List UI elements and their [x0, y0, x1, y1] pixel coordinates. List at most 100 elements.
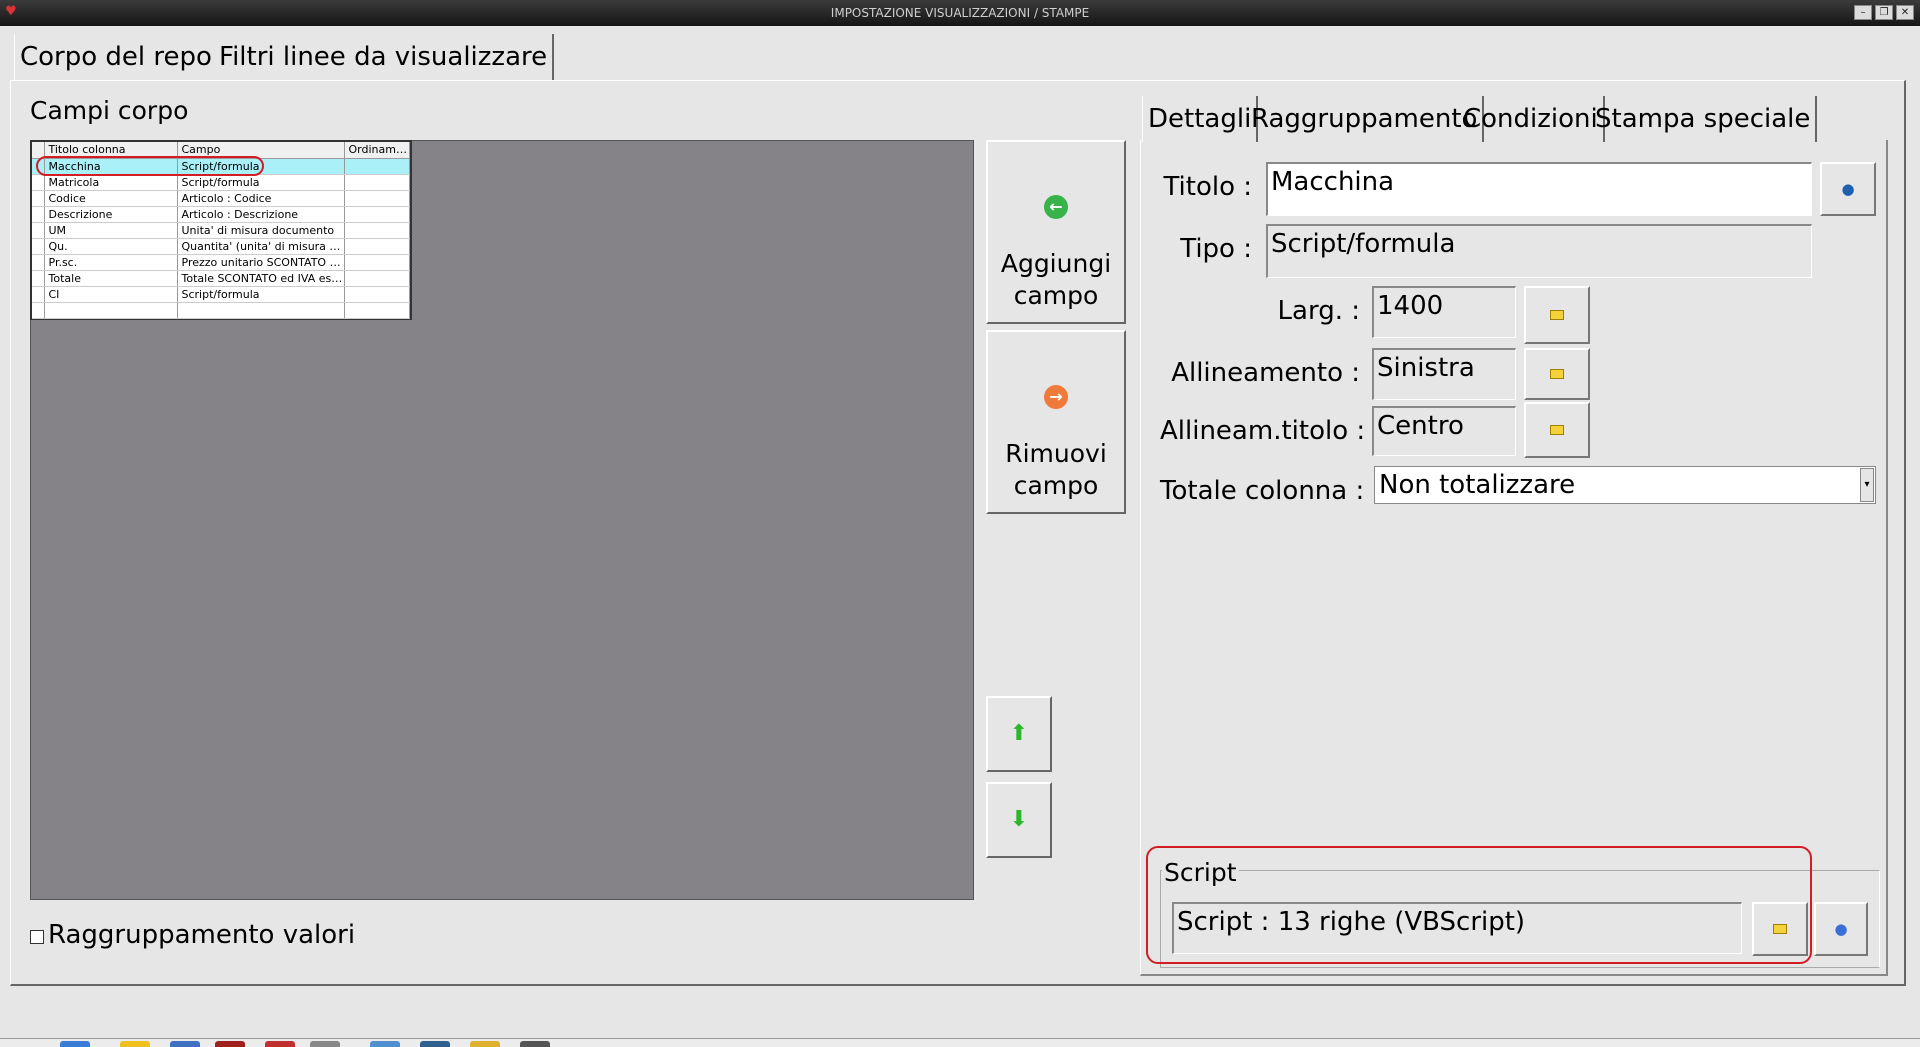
move-up-button[interactable]: ⬆	[986, 696, 1052, 772]
cell-campo[interactable]: Prezzo unitario SCONTATO ed ...	[177, 254, 345, 271]
allineam-titolo-field: Centro	[1372, 406, 1516, 456]
cell-ordinamento[interactable]	[344, 254, 410, 271]
button-label: Aggiungi	[1000, 249, 1112, 278]
titolo-label: Titolo :	[1163, 172, 1252, 202]
rimuovi-campo-button[interactable]: → Rimuovi campo	[986, 330, 1126, 514]
cell-ordinamento[interactable]	[344, 286, 410, 303]
cell-campo[interactable]: Quantita' (unita' di misura docu...	[177, 238, 345, 255]
cell-titolo[interactable]: Pr.sc.	[44, 254, 178, 271]
restore-icon[interactable]: ❐	[1875, 5, 1893, 20]
move-down-button[interactable]: ⬇	[986, 782, 1052, 858]
minimize-icon[interactable]: –	[1854, 5, 1872, 20]
table-row[interactable]: Qu. Quantita' (unita' di misura docu...	[32, 238, 410, 255]
script-info-button[interactable]: ●	[1814, 902, 1868, 956]
cell-titolo[interactable]: Descrizione	[44, 206, 178, 223]
row-selector[interactable]	[32, 254, 45, 271]
row-selector[interactable]	[32, 222, 45, 239]
allineam-titolo-label: Allineam.titolo :	[1160, 416, 1366, 446]
taskbar-app-icon[interactable]	[120, 1041, 150, 1047]
tab-stampa-speciale[interactable]: Stampa speciale	[1590, 96, 1818, 142]
tab-raggruppamento[interactable]: Raggruppamento	[1246, 96, 1485, 142]
cell-ordinamento[interactable]	[344, 158, 410, 175]
cell-ordinamento[interactable]	[344, 270, 410, 287]
button-label: campo	[1013, 281, 1099, 310]
cell-titolo[interactable]: Qu.	[44, 238, 178, 255]
allineam-titolo-edit-button[interactable]	[1524, 402, 1590, 458]
row-selector[interactable]	[32, 286, 45, 303]
allineamento-edit-button[interactable]	[1524, 348, 1590, 400]
row-selector[interactable]	[32, 302, 45, 319]
taskbar-app-icon[interactable]	[370, 1041, 400, 1047]
cell-campo[interactable]: Articolo : Codice	[177, 190, 345, 207]
taskbar-app-icon[interactable]	[215, 1041, 245, 1047]
cell-ordinamento[interactable]	[344, 222, 410, 239]
tab-label: Corpo del report	[20, 42, 233, 72]
row-selector[interactable]	[32, 174, 45, 191]
folder-icon	[1550, 369, 1564, 379]
arrow-left-green-icon: ←	[1044, 195, 1068, 219]
taskbar-app-icon[interactable]	[60, 1041, 90, 1047]
cell-ordinamento[interactable]	[344, 206, 410, 223]
larg-edit-button[interactable]	[1524, 286, 1590, 344]
tab-filtri-linee[interactable]: Filtri linee da visualizzare	[214, 34, 555, 80]
titolo-input[interactable]: Macchina	[1266, 162, 1812, 216]
raggruppamento-checkbox[interactable]	[30, 930, 44, 944]
table-row[interactable]: Codice Articolo : Codice	[32, 190, 410, 207]
row-selector[interactable]	[32, 190, 45, 207]
titolo-picker-button[interactable]: ●	[1820, 162, 1876, 216]
cell-titolo[interactable]: Codice	[44, 190, 178, 207]
cell-campo[interactable]: Totale SCONTATO ed IVA escl...	[177, 270, 345, 287]
close-icon[interactable]: ✕	[1896, 5, 1914, 20]
cell-ordinamento[interactable]	[344, 190, 410, 207]
heart-icon[interactable]: ♥	[4, 5, 18, 19]
button-label: Rimuovi	[1005, 439, 1107, 468]
table-row[interactable]: Pr.sc. Prezzo unitario SCONTATO ed ...	[32, 254, 410, 271]
cell-titolo[interactable]	[44, 302, 178, 319]
section-title: Campi corpo	[30, 96, 189, 125]
cell-campo[interactable]: Unita' di misura documento	[177, 222, 345, 239]
cell-campo[interactable]	[177, 302, 345, 319]
cell-campo[interactable]: Script/formula	[177, 286, 345, 303]
cell-titolo[interactable]: UM	[44, 222, 178, 239]
row-selector[interactable]	[32, 206, 45, 223]
table-row[interactable]	[32, 302, 410, 319]
tab-corpo-del-report[interactable]: Corpo del report	[14, 34, 240, 80]
cell-titolo[interactable]: Totale	[44, 270, 178, 287]
taskbar-app-icon[interactable]	[420, 1041, 450, 1047]
tab-dettagli[interactable]: Dettagli	[1142, 96, 1259, 142]
button-label: campo	[1013, 471, 1099, 500]
tab-label: Raggruppamento	[1251, 104, 1478, 134]
cell-ordinamento[interactable]	[344, 238, 410, 255]
larg-label: Larg. :	[1277, 296, 1360, 326]
column-header[interactable]: Ordiname...	[344, 142, 410, 159]
totale-colonna-select[interactable]: Non totalizzare ▾	[1374, 466, 1876, 504]
larg-field: 1400	[1372, 286, 1516, 338]
row-selector[interactable]	[32, 270, 45, 287]
table-row[interactable]: CI Script/formula	[32, 286, 410, 303]
arrow-right-orange-icon: →	[1044, 385, 1068, 409]
tab-condizioni[interactable]: Condizioni	[1458, 96, 1605, 142]
red-highlight-box	[1146, 846, 1812, 964]
cell-titolo[interactable]: Matricola	[44, 174, 178, 191]
taskbar-app-icon[interactable]	[265, 1041, 295, 1047]
row-selector[interactable]	[32, 238, 45, 255]
table-row[interactable]: Totale Totale SCONTATO ed IVA escl...	[32, 270, 410, 287]
table-row[interactable]: UM Unita' di misura documento	[32, 222, 410, 239]
folder-icon	[1550, 425, 1564, 435]
tab-label: Filtri linee da visualizzare	[219, 42, 548, 72]
cell-titolo[interactable]: CI	[44, 286, 178, 303]
arrow-down-icon: ⬇	[1009, 807, 1029, 832]
taskbar-app-icon[interactable]	[520, 1041, 550, 1047]
cell-ordinamento[interactable]	[344, 174, 410, 191]
table-row[interactable]: Matricola Script/formula	[32, 174, 410, 191]
cell-ordinamento[interactable]	[344, 302, 410, 319]
cell-campo[interactable]: Script/formula	[177, 174, 345, 191]
cell-campo[interactable]: Articolo : Descrizione	[177, 206, 345, 223]
taskbar-app-icon[interactable]	[470, 1041, 500, 1047]
taskbar-app-icon[interactable]	[170, 1041, 200, 1047]
chevron-down-icon[interactable]: ▾	[1860, 468, 1874, 502]
taskbar-app-icon[interactable]	[310, 1041, 340, 1047]
table-row[interactable]: Descrizione Articolo : Descrizione	[32, 206, 410, 223]
aggiungi-campo-button[interactable]: ← Aggiungi campo	[986, 140, 1126, 324]
checkbox-label[interactable]: Raggruppamento valori	[48, 920, 355, 950]
